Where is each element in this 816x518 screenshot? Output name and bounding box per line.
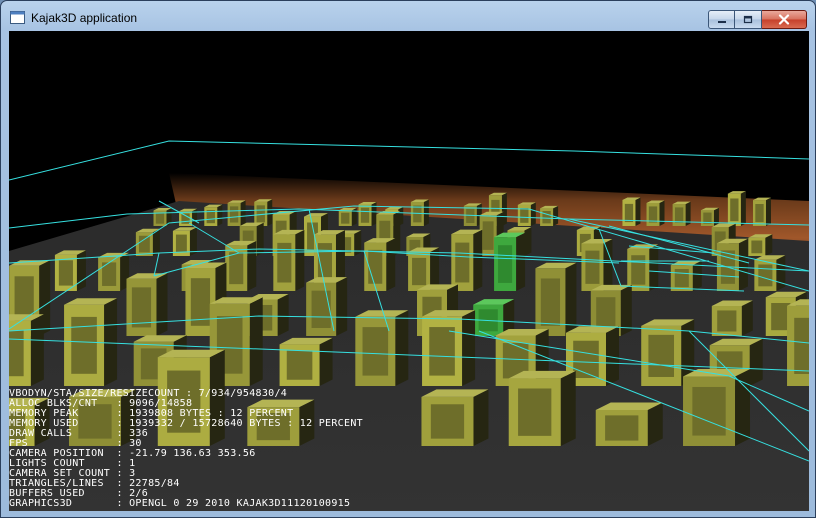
building bbox=[622, 197, 641, 226]
maximize-button[interactable] bbox=[735, 10, 762, 29]
window-controls bbox=[708, 10, 807, 30]
hud-value: 7/934/954830/4 bbox=[198, 388, 288, 399]
hud-value: 1939332 / 15728640 BYTES : 12 PERCENT bbox=[129, 418, 363, 429]
building bbox=[225, 240, 257, 291]
minimize-icon bbox=[717, 20, 726, 23]
hud-label: GRAPHICS3D bbox=[9, 498, 111, 509]
hud-value: OPENGL 0 29 2010 KAJAK3D11120100915 bbox=[129, 498, 351, 509]
building bbox=[711, 300, 753, 336]
hud-overlay: VBODYN/STA/SIZE/RESIZECOUNT : 7/934/9548… bbox=[9, 389, 363, 509]
building bbox=[540, 205, 559, 226]
hud-separator: : bbox=[110, 498, 130, 509]
app-window-icon bbox=[10, 11, 25, 24]
building bbox=[358, 201, 377, 226]
building bbox=[422, 310, 476, 386]
maximize-icon bbox=[743, 15, 753, 23]
grid-line bbox=[9, 140, 809, 181]
building bbox=[98, 252, 130, 291]
building bbox=[700, 207, 719, 226]
building bbox=[410, 199, 429, 226]
building bbox=[204, 204, 223, 226]
building bbox=[463, 203, 482, 226]
building bbox=[727, 191, 746, 226]
highlighted-building bbox=[494, 232, 526, 291]
building bbox=[627, 244, 659, 291]
window-title: Kajak3D application bbox=[31, 11, 138, 25]
app-window: Kajak3D application VBODYN/STA/SIZE/RESI… bbox=[0, 0, 816, 518]
building bbox=[279, 337, 333, 386]
close-button[interactable] bbox=[762, 10, 807, 29]
building bbox=[355, 310, 409, 386]
building bbox=[451, 229, 483, 291]
building bbox=[254, 199, 273, 226]
building bbox=[126, 273, 168, 336]
building bbox=[517, 202, 536, 226]
building bbox=[581, 239, 613, 291]
building bbox=[364, 238, 396, 291]
minimize-button[interactable] bbox=[708, 10, 735, 29]
building bbox=[752, 197, 771, 226]
building bbox=[273, 229, 305, 291]
building bbox=[508, 370, 576, 446]
building bbox=[227, 200, 246, 226]
3d-viewport[interactable]: VBODYN/STA/SIZE/RESIZECOUNT : 7/934/9548… bbox=[9, 31, 809, 511]
building bbox=[54, 250, 86, 291]
hud-row: GRAPHICS3D : OPENGL 0 29 2010 KAJAK3D111… bbox=[9, 499, 363, 509]
building bbox=[306, 277, 348, 336]
title-bar[interactable]: Kajak3D application bbox=[1, 1, 815, 31]
building bbox=[646, 200, 665, 226]
building bbox=[421, 389, 489, 446]
close-icon bbox=[778, 14, 790, 25]
building bbox=[748, 234, 773, 256]
building bbox=[595, 402, 663, 446]
hud-value: -21.79 136.63 353.56 bbox=[129, 448, 256, 459]
